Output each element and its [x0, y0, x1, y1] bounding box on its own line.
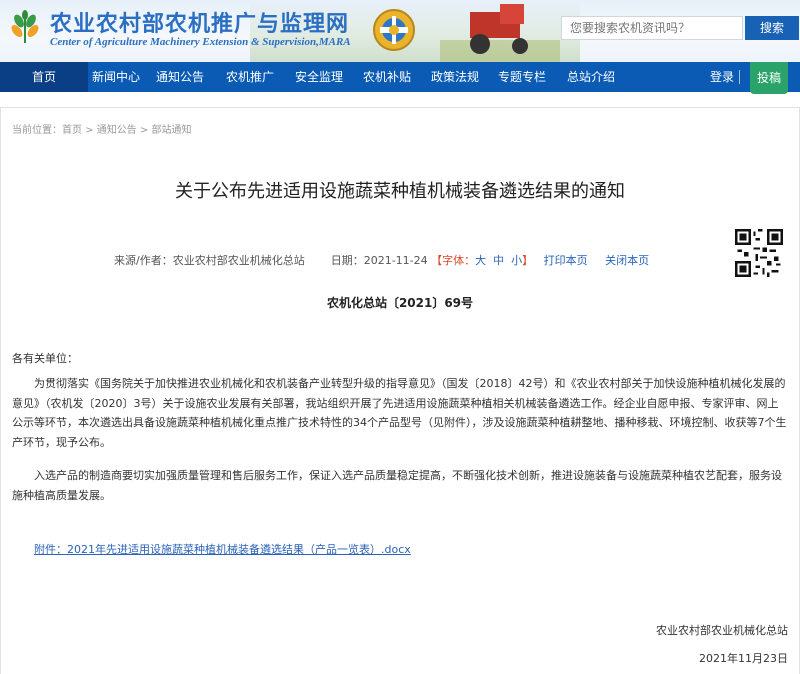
article-meta: 来源/作者：农业农村部农业机械化总站 日期：2021-11-24 【字体：大 中 … [114, 252, 649, 268]
main-nav: 首页 新闻中心 通知公告 农机推广 安全监理 农机补贴 政策法规 专题专栏 总站… [0, 62, 800, 92]
print-link[interactable]: 打印本页 [544, 254, 588, 267]
close-page-link[interactable]: 关闭本页 [605, 254, 649, 267]
nav-item-subsidy[interactable]: 农机补贴 [357, 62, 417, 92]
nav-item-safety[interactable]: 安全监理 [289, 62, 349, 92]
font-small-link[interactable]: 小 [511, 254, 522, 267]
tractor-illustration [440, 4, 560, 62]
qr-code-icon [735, 229, 783, 277]
nav-item-notices[interactable]: 通知公告 [150, 62, 210, 92]
breadcrumb-separator: > [136, 125, 152, 136]
font-large-link[interactable]: 大 [475, 254, 486, 267]
attachment-link[interactable]: 附件：2021年先进适用设施蔬菜种植机械装备遴选结果（产品一览表）.docx [34, 541, 411, 557]
source-label: 来源/作者： [114, 254, 173, 267]
breadcrumb-item-notices[interactable]: 通知公告 [97, 125, 137, 136]
signature-organization: 农业农村部农业机械化总站 [656, 624, 788, 637]
breadcrumb-prefix: 当前位置： [12, 125, 62, 136]
article-title: 关于公布先进适用设施蔬菜种植机械装备遴选结果的通知 [175, 181, 625, 202]
body-paragraph: 入选产品的制造商要切实加强质量管理和售后服务工作，保证入选产品质量稳定提高，不断… [12, 469, 782, 502]
breadcrumb: 当前位置：首页 > 通知公告 > 部站通知 [12, 121, 192, 136]
site-title[interactable]: 农业农村部农机推广与监理网 [50, 6, 349, 38]
site-subtitle: Center of Agriculture Machinery Extensio… [50, 36, 351, 48]
font-medium-link[interactable]: 中 [493, 254, 504, 267]
search-button[interactable]: 搜索 [745, 16, 799, 40]
date-value: 2021-11-24 [363, 254, 428, 267]
date-label: 日期： [330, 254, 364, 267]
nav-item-home[interactable]: 首页 [0, 62, 88, 92]
site-header: 农业农村部农机推广与监理网 Center of Agriculture Mach… [0, 0, 800, 62]
nav-item-topics[interactable]: 专题专栏 [492, 62, 552, 92]
search-input[interactable] [561, 16, 743, 40]
breadcrumb-separator: > [82, 125, 97, 136]
font-size-close: 】 [522, 254, 534, 267]
submit-article-button[interactable]: 投稿 [750, 62, 788, 94]
nav-item-news[interactable]: 新闻中心 [88, 62, 144, 92]
login-link[interactable]: 登录 [710, 62, 734, 92]
body-paragraph: 为贯彻落实《国务院关于加快推进农业机械化和农机装备产业转型升级的指导意见》（国发… [12, 377, 787, 449]
wheat-logo-icon[interactable] [6, 9, 44, 47]
document-number: 农机化总站〔2021〕69号 [326, 296, 474, 310]
breadcrumb-item-home[interactable]: 首页 [62, 125, 82, 136]
breadcrumb-item-dept-notices[interactable]: 部站通知 [152, 125, 192, 136]
font-size-label: 【字体： [431, 254, 476, 267]
signature-date: 2021年11月23日 [699, 652, 788, 665]
salutation: 各有关单位： [12, 352, 78, 365]
nav-divider [739, 70, 740, 84]
nav-item-about[interactable]: 总站介绍 [561, 62, 621, 92]
gear-wheat-emblem-icon [373, 9, 415, 51]
nav-item-policy[interactable]: 政策法规 [425, 62, 485, 92]
nav-item-extension[interactable]: 农机推广 [220, 62, 280, 92]
source-value: 农业农村部农业机械化总站 [172, 254, 305, 267]
